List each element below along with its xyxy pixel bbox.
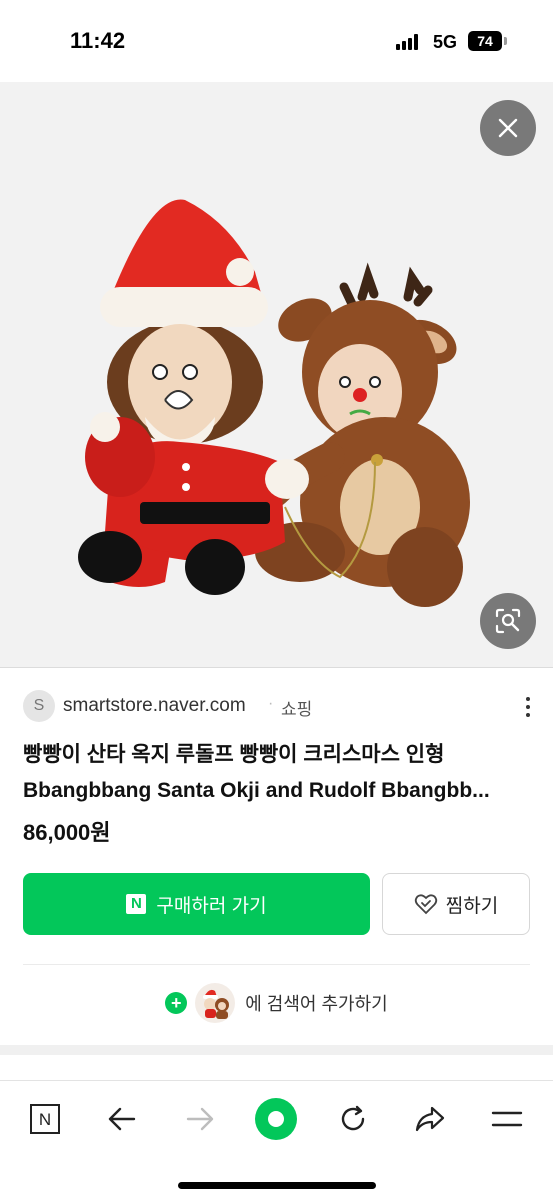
battery-icon: 74	[468, 31, 502, 51]
source-category: 쇼핑	[281, 700, 313, 719]
menu-button[interactable]	[485, 1097, 529, 1141]
status-bar: 11:42 5G 74	[0, 0, 553, 82]
home-green-icon	[255, 1098, 297, 1140]
wish-button[interactable]: 찜하기	[382, 873, 530, 935]
product-title[interactable]: 빵빵이 산타 옥지 루돌프 빵빵이 크리스마스 인형 Bbangbbang Sa…	[23, 737, 533, 809]
wish-button-label: 찜하기	[445, 895, 499, 917]
image-search-icon	[495, 608, 521, 634]
refresh-button[interactable]	[331, 1097, 375, 1141]
naver-home-button[interactable]: N	[23, 1097, 67, 1141]
back-button[interactable]	[100, 1097, 144, 1141]
plus-icon: +	[165, 992, 188, 1014]
product-image[interactable]	[0, 82, 553, 667]
add-search-label: 에 검색어 추가하기	[245, 994, 388, 1014]
refresh-icon	[341, 1105, 365, 1131]
more-options-icon[interactable]	[518, 694, 538, 720]
santa-plush	[78, 199, 309, 595]
naver-n-icon: N	[30, 1104, 60, 1134]
forward-button[interactable]	[178, 1097, 222, 1141]
signal-icon	[396, 34, 422, 50]
reindeer-plush	[255, 262, 470, 607]
share-button[interactable]	[408, 1097, 452, 1141]
product-price: 86,000원	[23, 820, 111, 845]
home-indicator	[178, 1182, 376, 1189]
menu-icon	[491, 1111, 523, 1127]
back-arrow-icon	[108, 1107, 136, 1131]
heart-check-icon	[414, 894, 437, 915]
image-divider	[0, 667, 553, 668]
status-time: 11:42	[70, 28, 126, 53]
svg-text:N: N	[39, 1110, 51, 1129]
buy-button[interactable]: N 구매하러 가기	[23, 873, 370, 935]
close-icon	[498, 118, 518, 138]
source-separator: ·	[268, 695, 274, 712]
forward-arrow-icon	[186, 1107, 214, 1131]
source-avatar: S	[23, 690, 55, 722]
plush-dolls-illustration	[78, 199, 470, 607]
section-band	[0, 1045, 553, 1055]
source-domain[interactable]: smartstore.naver.com	[63, 695, 246, 717]
close-button[interactable]	[480, 100, 536, 156]
battery-cap	[504, 37, 507, 45]
share-icon	[415, 1106, 445, 1132]
naver-pay-badge: N	[126, 894, 147, 914]
buy-button-label: 구매하러 가기	[156, 895, 267, 917]
image-search-button[interactable]	[480, 593, 536, 649]
network-type: 5G	[433, 32, 458, 52]
green-dot-button[interactable]	[254, 1097, 298, 1141]
add-search-term-row[interactable]: + 에 검색어 추가하기	[0, 980, 553, 1026]
section-divider	[23, 964, 530, 965]
product-thumbnail	[195, 983, 236, 1023]
